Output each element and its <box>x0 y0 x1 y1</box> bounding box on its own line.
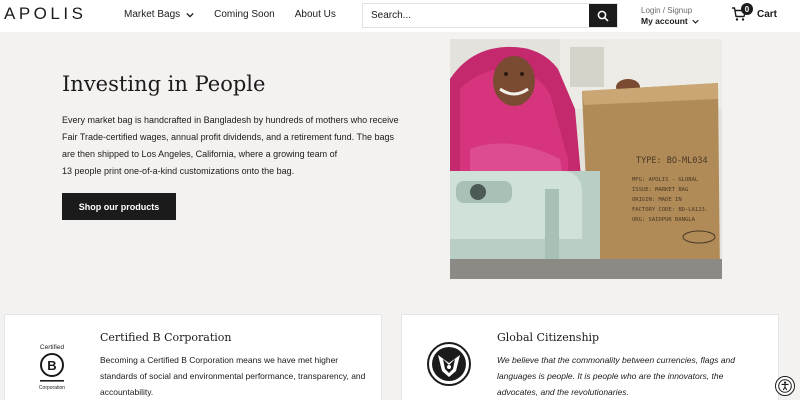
card-title: Certified B Corporation <box>100 331 232 344</box>
nav-item-coming-soon[interactable]: Coming Soon <box>214 9 275 20</box>
search-bar <box>362 3 618 28</box>
hero-section: Investing in People Every market bag is … <box>0 32 800 290</box>
nav-label: Market Bags <box>124 9 181 20</box>
chevron-down-icon <box>692 19 699 24</box>
bag-print-type: TYPE: BO-ML034 <box>636 156 708 166</box>
nav-item-about-us[interactable]: About Us <box>295 9 336 20</box>
cart-label: Cart <box>757 8 778 20</box>
search-button[interactable] <box>589 4 617 27</box>
hero-description: Every market bag is handcrafted in Bangl… <box>62 112 407 180</box>
card-line: languages is people. It is people who ar… <box>497 371 724 381</box>
search-input[interactable] <box>363 4 589 27</box>
b-corp-badge-letter: B <box>47 358 56 373</box>
accessibility-icon <box>778 379 792 393</box>
nav-label: Coming Soon <box>214 9 275 20</box>
hero-line: 13 people print one-of-a-kind customizat… <box>62 166 295 176</box>
values-section: Certified B Corporation Certified B Corp… <box>0 290 800 400</box>
card-line: We believe that the commonality between … <box>497 355 735 365</box>
cart-button[interactable]: 0 Cart <box>731 3 778 22</box>
hero-line: are then shipped to Los Angeles, Califor… <box>62 149 338 159</box>
b-corp-badge-top: Certified <box>40 344 65 351</box>
main-nav: Market Bags Coming Soon About Us <box>124 9 336 20</box>
chevron-down-icon <box>186 12 194 18</box>
card-line: accountability. <box>100 387 154 397</box>
card-title: Global Citizenship <box>497 331 600 344</box>
bag-print-factory: FACTORY CODE: BD-LA123. <box>632 207 708 213</box>
cart-count-badge: 0 <box>741 3 753 15</box>
site-header: APOLIS Market Bags Coming Soon About Us … <box>0 0 800 32</box>
accessibility-button[interactable] <box>775 376 795 396</box>
hero-line: Every market bag is handcrafted in Bangl… <box>62 115 399 125</box>
card-description: Becoming a Certified B Corporation means… <box>100 352 370 400</box>
globe-emblem-icon <box>426 341 472 387</box>
nav-label: About Us <box>294 9 336 20</box>
card-description: We believe that the commonality between … <box>497 352 767 400</box>
my-account-label: My account <box>641 16 688 26</box>
card-line: standards of social and environmental pe… <box>100 371 366 381</box>
cart-icon: 0 <box>731 3 753 22</box>
hero-line: Fair Trade-certified wages, annual profi… <box>62 132 395 142</box>
card-line: advocates, and the revolutionaries. <box>497 387 629 397</box>
my-account-dropdown[interactable]: My account <box>641 16 699 27</box>
b-corp-icon: Certified B Corporation <box>29 341 75 391</box>
artisan-photo: TYPE: BO-ML034 MFG: APOLIS - GLOBAL ISSU… <box>450 39 722 279</box>
bag-print-mfg: MFG: APOLIS - GLOBAL <box>632 177 699 183</box>
login-signup-link[interactable]: Login / Signup <box>641 5 699 16</box>
b-corp-card: Certified B Corporation Certified B Corp… <box>4 314 382 400</box>
shop-products-button[interactable]: Shop our products <box>62 193 176 220</box>
brand-logo[interactable]: APOLIS <box>4 4 86 24</box>
bag-print-issue: ISSUE: MARKET BAG <box>632 187 688 193</box>
card-line: Becoming a Certified B Corporation means… <box>100 355 339 365</box>
global-citizenship-card: Global Citizenship We believe that the c… <box>401 314 779 400</box>
hero-title: Investing in People <box>62 72 266 96</box>
account-menu[interactable]: Login / Signup My account <box>641 5 699 27</box>
bag-print-org: ORG: SAIDPUR BANGLA <box>632 217 696 223</box>
search-icon <box>597 10 609 22</box>
nav-item-market-bags[interactable]: Market Bags <box>124 9 194 20</box>
b-corp-badge-bottom: Corporation <box>39 385 65 391</box>
bag-print-origin: ORIGIN: MADE IN <box>632 197 682 203</box>
